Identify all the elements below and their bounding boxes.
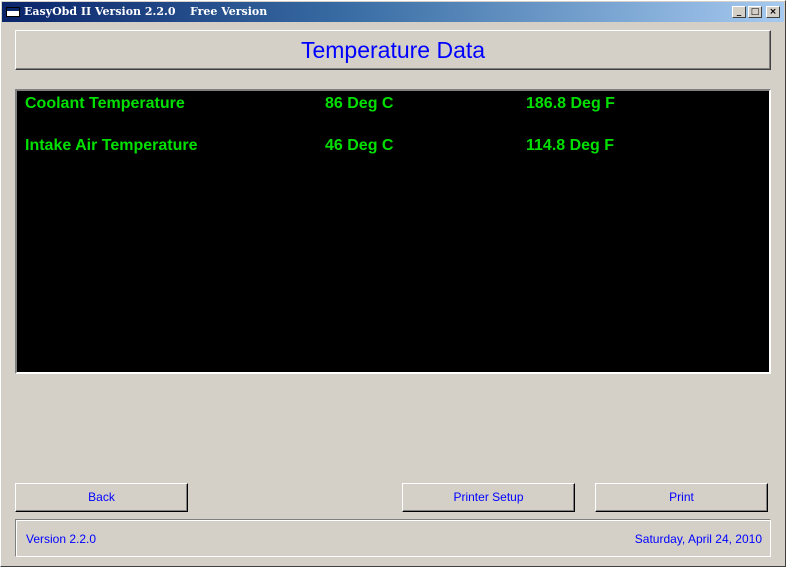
reading-fahrenheit: 114.8 Deg F [526,137,615,154]
close-button[interactable]: × [766,6,780,18]
reading-row-coolant: Coolant Temperature 86 Deg C 186.8 Deg F [17,95,769,117]
title-bar[interactable]: EasyObd II Version 2.2.0 Free Version _ … [2,2,784,22]
version-label: Version 2.2.0 [26,532,97,546]
minimize-button[interactable]: _ [732,6,746,18]
app-window: EasyObd II Version 2.2.0 Free Version _ … [0,0,786,567]
reading-name: Intake Air Temperature [25,137,198,154]
app-window-icon[interactable] [6,7,20,17]
printer-setup-button[interactable]: Printer Setup [402,483,575,512]
window-subtitle: Free Version [190,5,268,18]
back-button[interactable]: Back [15,483,188,512]
print-button[interactable]: Print [595,483,768,512]
reading-celsius: 46 Deg C [325,137,394,154]
page-title: Temperature Data [300,37,486,63]
date-label: Saturday, April 24, 2010 [634,532,762,546]
window-title: EasyObd II Version 2.2.0 [24,5,176,18]
status-bar: Version 2.2.0 Saturday, April 24, 2010 [15,519,771,557]
reading-row-intake-air: Intake Air Temperature 46 Deg C 114.8 De… [17,137,769,159]
maximize-button[interactable]: □ [748,6,762,18]
reading-celsius: 86 Deg C [325,95,394,112]
reading-name: Coolant Temperature [25,95,185,112]
reading-fahrenheit: 186.8 Deg F [526,95,615,112]
page-title-panel: Temperature Data [15,30,771,70]
temperature-data-panel: Coolant Temperature 86 Deg C 186.8 Deg F… [15,89,771,374]
